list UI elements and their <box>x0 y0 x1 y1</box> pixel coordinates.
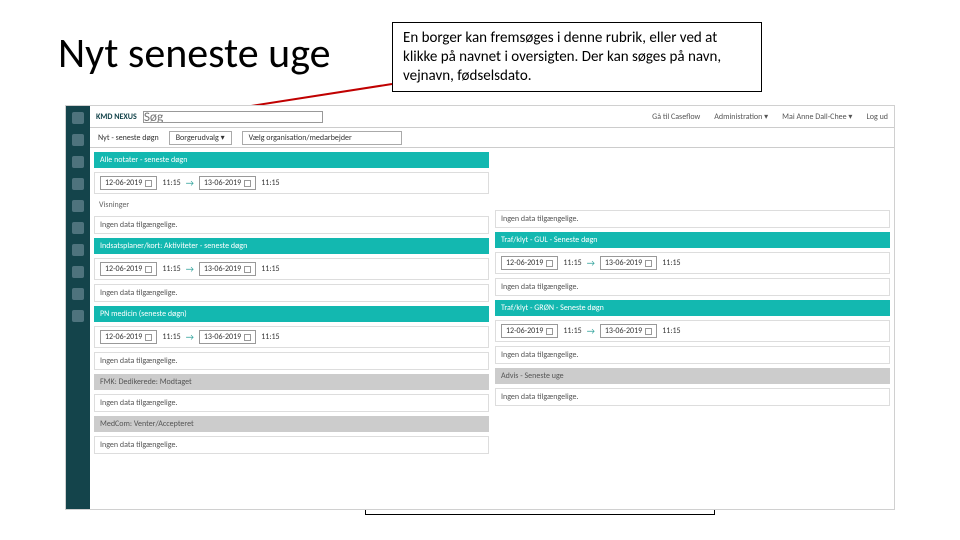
date-filter-1: 12-06-2019 11:15 → 13-06-2019 11:15 <box>94 172 489 194</box>
link-caseflow[interactable]: Gå til Caseflow <box>652 112 700 122</box>
date-filter-r1: 12-06-2019 11:15 → 13-06-2019 11:15 <box>495 252 890 274</box>
link-user[interactable]: Mai Anne Dall-Chee ▾ <box>782 112 852 122</box>
visninger-label: Visninger <box>94 198 489 212</box>
calendar-icon <box>145 334 152 341</box>
panel-advis-hdr: Advis - Seneste uge <box>495 368 890 384</box>
date-filter-3: 12-06-2019 11:15 → 13-06-2019 11:15 <box>94 326 489 348</box>
panel-indsats-hdr: Indsatsplaner/kort: Aktiviteter - senest… <box>94 238 489 254</box>
panel-medcom-hdr: MedCom: Venter/Accepteret <box>94 416 489 432</box>
none-4: Ingen data tilgængelige. <box>94 394 489 412</box>
calendar-icon <box>244 266 251 273</box>
link-logout[interactable]: Log ud <box>866 112 888 122</box>
arrow-right-icon: → <box>186 178 194 189</box>
slide-title: Nyt seneste uge <box>58 28 331 79</box>
calendar-icon <box>546 328 553 335</box>
none-2: Ingen data tilgængelige. <box>94 284 489 302</box>
date-to-3[interactable]: 13-06-2019 <box>199 330 256 344</box>
calendar-icon <box>645 260 652 267</box>
arrow-right-icon: → <box>186 264 194 275</box>
date-from-r2[interactable]: 12-06-2019 <box>501 324 558 338</box>
sidebar <box>66 106 90 509</box>
none-r1: Ingen data tilgængelige. <box>495 278 890 296</box>
subbar: Nyt - seneste døgn Borgerudvalg ▾ Vælg o… <box>90 128 894 148</box>
date-filter-2: 12-06-2019 11:15 → 13-06-2019 11:15 <box>94 258 489 280</box>
date-from-1[interactable]: 12-06-2019 <box>100 176 157 190</box>
calendar-icon <box>244 334 251 341</box>
calendar-icon <box>145 266 152 273</box>
calendar-icon <box>244 180 251 187</box>
none-r0: Ingen data tilgængelige. <box>495 210 890 228</box>
filter-org[interactable]: Vælg organisation/medarbejder <box>242 131 402 145</box>
global-search-input[interactable] <box>143 111 323 123</box>
calendar-icon <box>546 260 553 267</box>
left-column: Alle notater - seneste døgn 12-06-2019 1… <box>94 152 489 505</box>
arrow-right-icon: → <box>587 258 595 269</box>
panel-fmk-hdr: FMK: Dedikerede: Modtaget <box>94 374 489 390</box>
topbar: KMD NEXUS Gå til Caseflow Administration… <box>90 106 894 128</box>
date-filter-r2: 12-06-2019 11:15 → 13-06-2019 11:15 <box>495 320 890 342</box>
callout-search: En borger kan fremsøges i denne rubrik, … <box>392 22 762 92</box>
panel-pn-hdr: PN medicin (seneste døgn) <box>94 306 489 322</box>
panel-gron-hdr: Traf/klyt - GRØN - Seneste døgn <box>495 300 890 316</box>
date-from-2[interactable]: 12-06-2019 <box>100 262 157 276</box>
calendar-icon <box>645 328 652 335</box>
link-admin[interactable]: Administration ▾ <box>714 112 768 122</box>
calendar-icon <box>145 180 152 187</box>
date-to-1[interactable]: 13-06-2019 <box>199 176 256 190</box>
none-5: Ingen data tilgængelige. <box>94 436 489 454</box>
breadcrumb: Nyt - seneste døgn <box>98 133 159 143</box>
date-to-r1[interactable]: 13-06-2019 <box>600 256 657 270</box>
date-to-r2[interactable]: 13-06-2019 <box>600 324 657 338</box>
panel-notater-hdr: Alle notater - seneste døgn <box>94 152 489 168</box>
none-r2: Ingen data tilgængelige. <box>495 346 890 364</box>
arrow-right-icon: → <box>186 332 194 343</box>
arrow-right-icon: → <box>587 326 595 337</box>
date-from-3[interactable]: 12-06-2019 <box>100 330 157 344</box>
filter-borgerudvalg[interactable]: Borgerudvalg ▾ <box>169 131 232 145</box>
app-screenshot: KMD NEXUS Gå til Caseflow Administration… <box>65 105 895 510</box>
none-r3: Ingen data tilgængelige. <box>495 388 890 406</box>
date-to-2[interactable]: 13-06-2019 <box>199 262 256 276</box>
panel-gul-hdr: Traf/klyt - GUL - Seneste døgn <box>495 232 890 248</box>
none-3: Ingen data tilgængelige. <box>94 352 489 370</box>
logo: KMD NEXUS <box>96 112 137 122</box>
none-1: Ingen data tilgængelige. <box>94 216 489 234</box>
date-from-r1[interactable]: 12-06-2019 <box>501 256 558 270</box>
right-column: Ingen data tilgængelige. Traf/klyt - GUL… <box>495 152 890 505</box>
